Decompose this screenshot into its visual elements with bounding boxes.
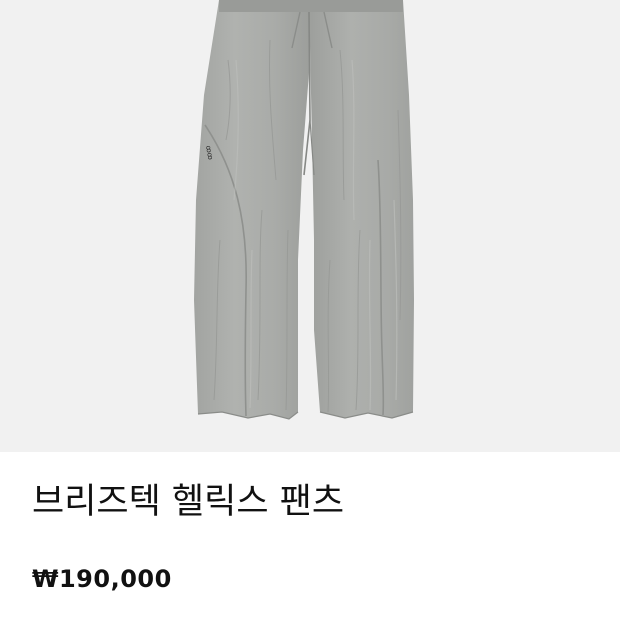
left-leg (194, 0, 310, 419)
product-price: ₩190,000 (32, 565, 172, 593)
right-leg (309, 0, 414, 418)
product-image[interactable]: ꝏꝏ (0, 0, 620, 452)
waistband (219, 0, 403, 12)
product-card[interactable]: ꝏꝏ 브리즈텍 헬릭스 팬츠 ₩190,000 (0, 0, 620, 620)
product-title[interactable]: 브리즈텍 헬릭스 팬츠 (32, 478, 344, 526)
pants-illustration: ꝏꝏ (194, 0, 414, 420)
